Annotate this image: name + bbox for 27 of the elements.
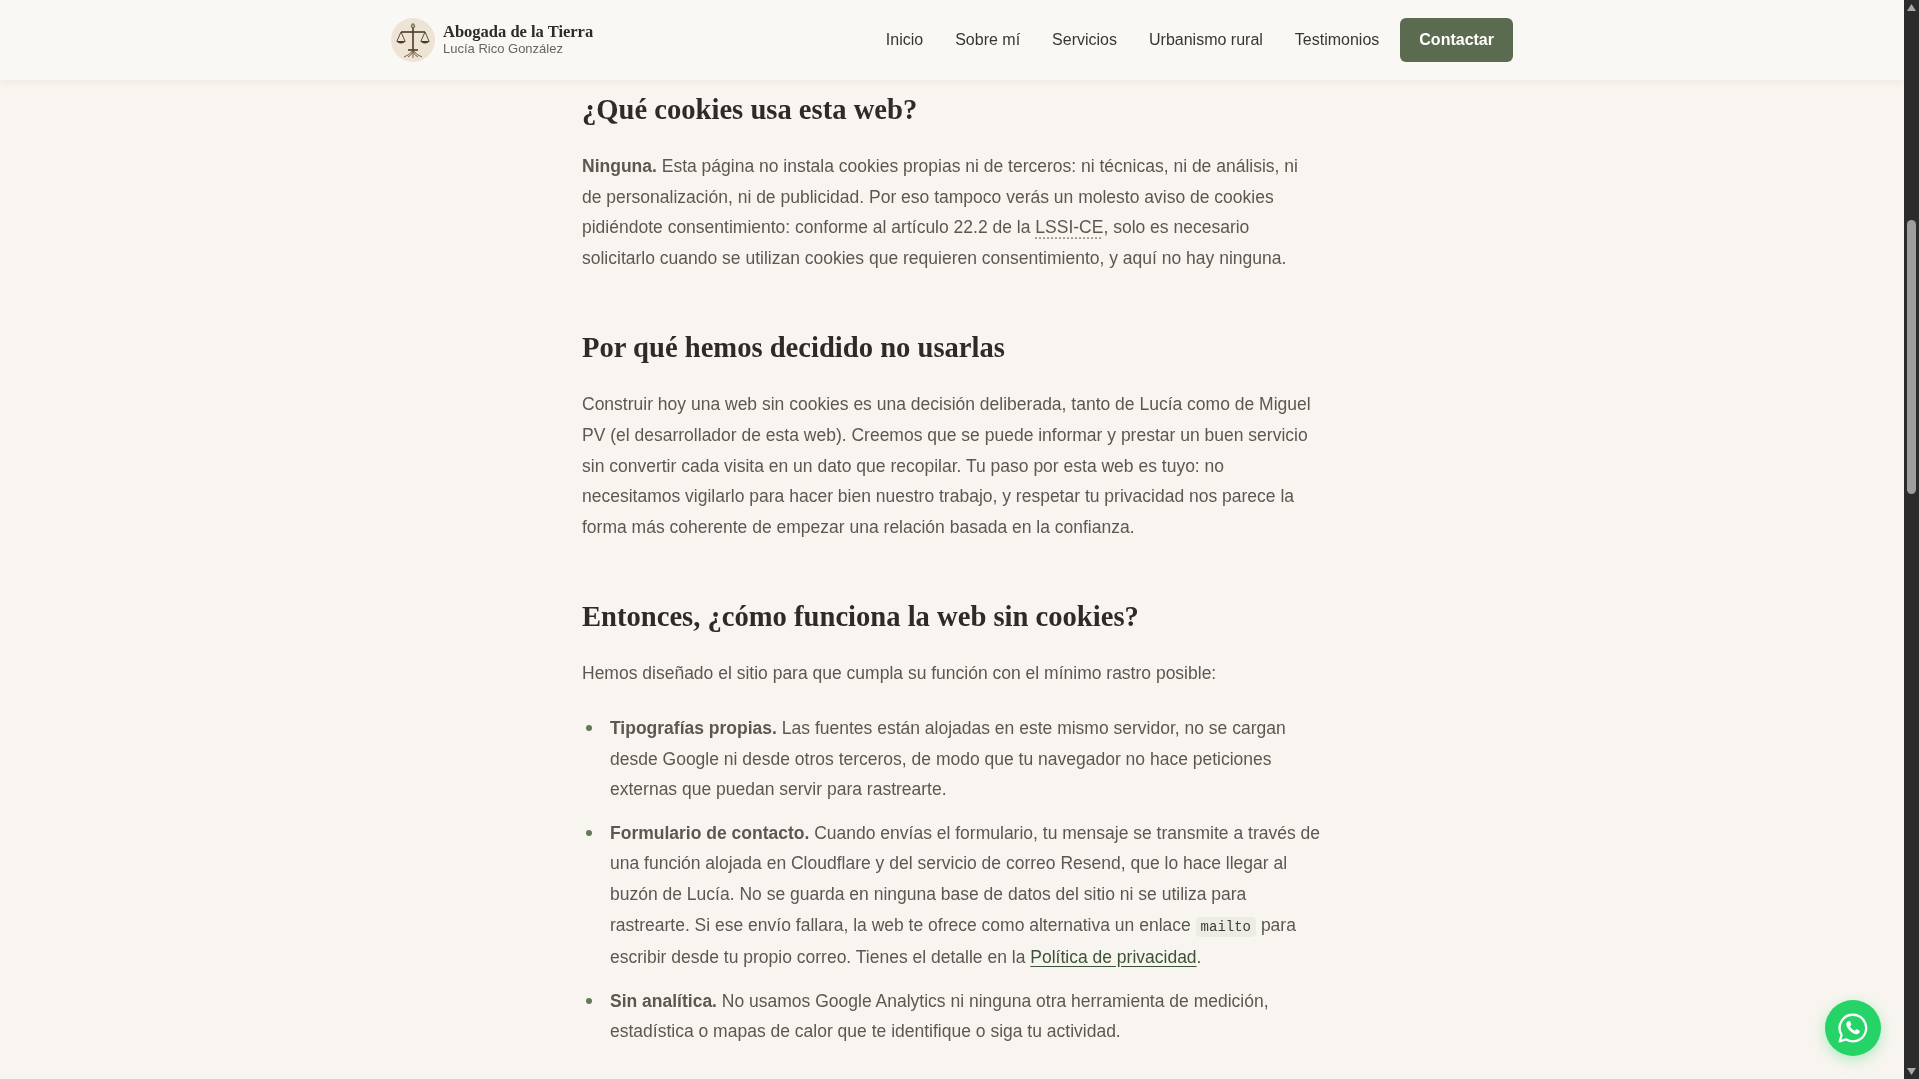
- phone-bubble-icon: [1836, 1011, 1870, 1045]
- bullet-icon: [586, 724, 592, 731]
- contact-button[interactable]: Contactar: [1400, 18, 1513, 62]
- scrollbar-thumb[interactable]: [1907, 220, 1916, 494]
- section-heading: Por qué hemos decidido no usarlas: [582, 331, 1006, 366]
- list-item-text: Sin analítica. No usamos Google Analytics ni ninguna otra herramienta de medición, estadística o mapas de calor que te identifique o siga tu actividad.: [610, 989, 1270, 1044]
- scroll-up-arrow-icon[interactable]: [1907, 4, 1916, 11]
- bullet-icon: [586, 829, 592, 836]
- nav-link[interactable]: Inicio: [869, 28, 940, 52]
- paragraph: Construir hoy una web sin cookies es una decisión deliberada, tanto de Lucía como de Miguel PV (el desarrollador de esta web). Creemos que se puede informar y prestar un buen servicio sin convertir cada visita en un dato que recopilar. Tu paso por esta web es tuyo: no necesitamos vigilarlo para hacer bien nuestro trabajo, y respetar tu privacidad nos parece la forma más coherente de empezar una relación basada en la confianza.: [582, 393, 1312, 539]
- site-subtitle: Lucía Rico González: [443, 41, 564, 57]
- list-item-text: Formulario de contacto. Cuando envías el formulario, tu mensaje se transmite a través de una función alojada en Cloudflare y del servicio de correo Resend, que lo hace llegar al buzón de Lucía. No se guarda en ninguna base de datos del sitio ni se utiliza para rastrearte. Si ese envío fallara, la web te ofrece como alternativa un enlace mailto para escribir desde tu propio correo. Tienes el detalle en la Política de privacidad.: [610, 821, 1321, 970]
- section-heading: ¿Qué cookies usa esta web?: [582, 93, 919, 127]
- paragraph: Ninguna. Esta página no instala cookies propias ni de terceros: ni técnicas, ni de análisis, ni de personalización, ni de publicidad. Por eso tampoco verás un molesto aviso de cookies pidiéndote consentimiento: conforme al artículo 22.2 de la LSSI-CE, solo es necesario solicitarlo cuando se utilizan cookies que requieren consentimiento, y aquí no hay ninguna.: [582, 155, 1299, 270]
- nav-link[interactable]: Urbanismo rural: [1133, 28, 1279, 52]
- scales-logo-icon[interactable]: [391, 18, 435, 62]
- bullet-icon: [586, 997, 592, 1004]
- section-heading: Entonces, ¿cómo funciona la web sin cookies?: [582, 600, 1140, 635]
- nav-link[interactable]: Servicios: [1036, 28, 1133, 52]
- scroll-down-arrow-icon[interactable]: [1907, 1068, 1916, 1075]
- paragraph: Hemos diseñado el sitio para que cumpla su función con el mínimo rastro posible:: [582, 662, 1218, 686]
- nav-link[interactable]: Sobre mí: [939, 28, 1037, 52]
- privacy-policy-link[interactable]: Política de privacidad: [1030, 947, 1197, 968]
- nav-link[interactable]: Testimonios: [1278, 28, 1396, 52]
- site-title[interactable]: Abogada de la Tierra: [443, 23, 594, 42]
- scrollbar-track[interactable]: [1904, 0, 1919, 1079]
- list-item-text: Tipografías propias. Las fuentes están alojadas en este mismo servidor, no se cargan desde Google ni desde otros terceros, de modo que tu navegador no hace peticiones externas que puedan servir para rastrearte.: [610, 716, 1287, 802]
